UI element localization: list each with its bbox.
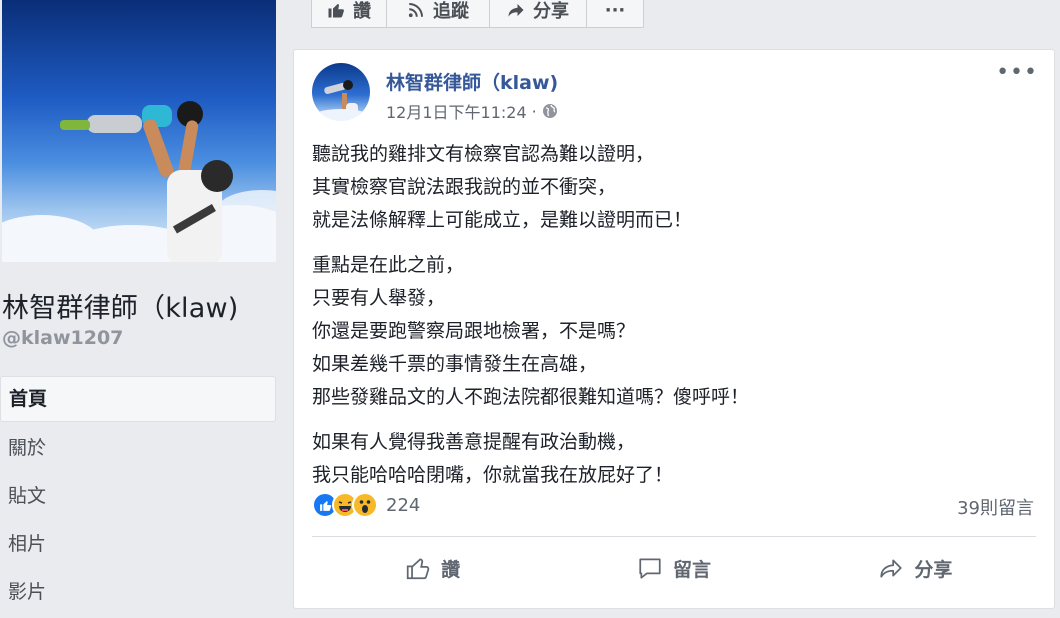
like-label: 讚 <box>441 558 461 581</box>
share-label: 分享 <box>914 558 953 581</box>
page-share-button[interactable]: 分享 <box>489 0 587 28</box>
page-more-button[interactable]: ··· <box>586 0 644 28</box>
like-button[interactable]: 讚 <box>312 540 553 596</box>
cover-figure <box>60 101 233 262</box>
post-options-button[interactable]: ••• <box>996 62 1038 84</box>
actions-divider <box>312 536 1036 537</box>
post-line: 你還是要跑警察局跟地檢署，不是嗎？ <box>312 320 636 342</box>
post-body: 聽說我的雞排文有檢察官認為難以證明， 其實檢察官說法跟我說的並不衝突， 就是法條… <box>312 138 1032 504</box>
post-meta: 12月1日下午11:24 · <box>386 99 558 123</box>
comment-button[interactable]: 留言 <box>553 540 794 596</box>
nav-item-about[interactable]: 關於 <box>0 426 276 470</box>
page-action-bar: 讚 追蹤 分享 ··· <box>311 0 644 28</box>
post-line: 那些發雞品文的人不跑法院都很難知道嗎？傻呼呼！ <box>312 386 750 408</box>
post-line: 就是法條解釋上可能成立，是難以證明而已！ <box>312 209 693 231</box>
post-line: 只要有人舉發， <box>312 287 446 309</box>
comment-bubble-icon <box>639 558 661 579</box>
follow-label: 追蹤 <box>433 1 469 22</box>
share-arrow-outline-icon <box>880 559 902 578</box>
wow-reaction-icon <box>352 492 378 518</box>
post-line: 如果差幾千票的事情發生在高雄， <box>312 353 598 375</box>
page-handle[interactable]: @klaw1207 <box>2 327 123 349</box>
share-arrow-icon <box>508 4 524 17</box>
ellipsis-icon: ··· <box>604 0 626 21</box>
share-button[interactable]: 分享 <box>795 540 1036 596</box>
post-line: 聽說我的雞排文有檢察官認為難以證明， <box>312 143 655 165</box>
post-actions: 讚 留言 分享 <box>312 540 1036 596</box>
post-line: 如果有人覺得我善意提醒有政治動機， <box>312 431 636 453</box>
meta-separator: · <box>531 101 537 121</box>
post-line: 重點是在此之前， <box>312 254 465 276</box>
reactions-summary[interactable]: 224 <box>312 492 420 518</box>
thumbs-up-outline-icon <box>406 558 430 580</box>
page-share-label: 分享 <box>533 1 569 22</box>
page-nav: 首頁 關於 貼文 相片 影片 <box>0 376 276 618</box>
author-avatar[interactable] <box>312 63 370 121</box>
post-author-name[interactable]: 林智群律師（klaw) <box>386 68 558 95</box>
globe-icon[interactable] <box>542 103 558 119</box>
post-paragraph: 聽說我的雞排文有檢察官認為難以證明， 其實檢察官說法跟我說的並不衝突， 就是法條… <box>312 138 1032 237</box>
page-like-button[interactable]: 讚 <box>311 0 387 28</box>
post-paragraph: 如果有人覺得我善意提醒有政治動機， 我只能哈哈哈閉嘴，你就當我在放屁好了！ <box>312 426 1032 492</box>
post-timestamp[interactable]: 12月1日下午11:24 <box>386 99 527 123</box>
thumbs-up-icon <box>328 3 344 18</box>
page-name[interactable]: 林智群律師（klaw) <box>2 286 239 325</box>
post-line: 我只能哈哈哈閉嘴，你就當我在放屁好了！ <box>312 464 674 486</box>
post-card: 林智群律師（klaw) 12月1日下午11:24 · ••• 聽說我的雞排文有檢… <box>293 49 1055 609</box>
page-sidebar: 林智群律師（klaw) @klaw1207 首頁 關於 貼文 相片 影片 <box>0 0 292 603</box>
nav-item-videos[interactable]: 影片 <box>0 570 276 614</box>
follow-button[interactable]: 追蹤 <box>386 0 490 28</box>
page-like-label: 讚 <box>353 1 371 22</box>
reaction-count[interactable]: 224 <box>386 495 420 516</box>
profile-cover-photo[interactable] <box>2 0 276 262</box>
nav-item-photos[interactable]: 相片 <box>0 522 276 566</box>
nav-item-posts[interactable]: 貼文 <box>0 474 276 518</box>
rss-icon <box>408 3 423 18</box>
avatar-figure <box>315 80 367 121</box>
comment-label: 留言 <box>672 558 711 581</box>
post-paragraph: 重點是在此之前， 只要有人舉發， 你還是要跑警察局跟地檢署，不是嗎？ 如果差幾千… <box>312 249 1032 414</box>
nav-item-home[interactable]: 首頁 <box>0 376 276 422</box>
post-line: 其實檢察官說法跟我說的並不衝突， <box>312 176 617 198</box>
comments-count-link[interactable]: 39則留言 <box>957 494 1034 520</box>
